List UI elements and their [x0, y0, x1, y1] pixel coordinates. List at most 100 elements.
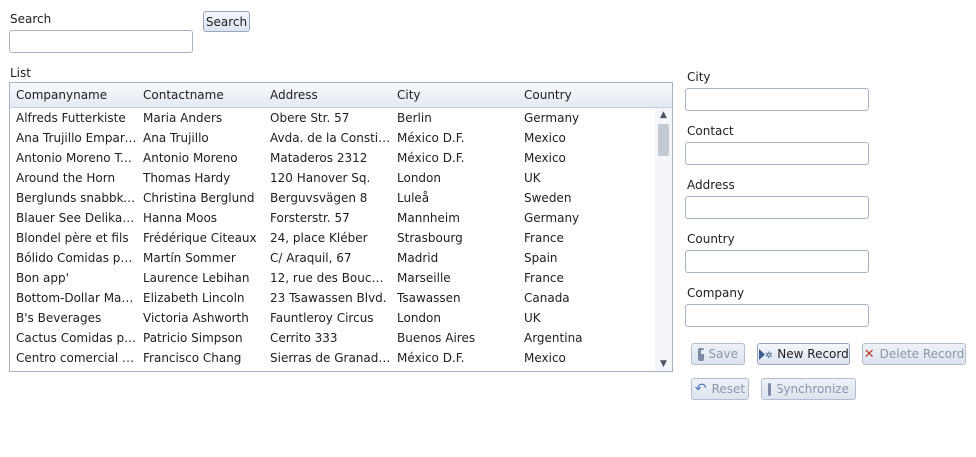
cell-companyname: Ana Trujillo Empared… — [16, 131, 137, 145]
cell-companyname: Bon app' — [16, 271, 69, 285]
address-label: Address — [687, 178, 735, 192]
contact-field[interactable] — [685, 142, 869, 165]
cell-country: Canada — [524, 291, 570, 305]
svg-text:✲: ✲ — [765, 351, 772, 361]
cell-country: France — [524, 271, 564, 285]
save-button[interactable]: Save — [691, 343, 745, 365]
scrollbar-thumb[interactable] — [658, 124, 669, 156]
table-row[interactable]: Antonio Moreno Taq… Antonio Moreno Matad… — [10, 148, 655, 168]
cell-contactname: Hanna Moos — [143, 211, 218, 225]
cell-contactname: Laurence Lebihan — [143, 271, 250, 285]
cell-city: Luleå — [397, 191, 430, 205]
cell-contactname: Victoria Ashworth — [143, 311, 249, 325]
company-label: Company — [687, 286, 745, 300]
records-grid[interactable]: Companyname Contactname Address City Cou… — [9, 82, 673, 372]
delete-record-button-label: Delete Record — [879, 347, 965, 361]
table-row[interactable]: Alfreds Futterkiste Maria Anders Obere S… — [10, 108, 655, 128]
cell-city: Marseille — [397, 271, 451, 285]
cell-address: Cerrito 333 — [270, 331, 338, 345]
new-record-icon: ✲ — [758, 348, 773, 361]
table-row[interactable]: Bólido Comidas prep… Martín Sommer C/ Ar… — [10, 248, 655, 268]
cell-city: México D.F. — [397, 351, 465, 365]
delete-icon: ✕ — [863, 346, 875, 362]
table-row[interactable]: B's Beverages Victoria Ashworth Fauntler… — [10, 308, 655, 328]
cell-country: UK — [524, 171, 541, 185]
table-row[interactable]: Berglunds snabbköp Christina Berglund Be… — [10, 188, 655, 208]
table-row[interactable]: Bon app' Laurence Lebihan 12, rue des Bo… — [10, 268, 655, 288]
scroll-up-icon[interactable]: ▲ — [655, 108, 672, 122]
cell-address: Sierras de Granada 9… — [270, 351, 391, 365]
cell-address: 24, place Kléber — [270, 231, 368, 245]
save-icon — [698, 347, 708, 361]
cell-companyname: Blondel père et fils — [16, 231, 129, 245]
reset-button[interactable]: ↶ Reset — [691, 378, 749, 400]
reset-button-label: Reset — [711, 382, 746, 396]
column-header-country[interactable]: Country — [518, 83, 655, 107]
vertical-scrollbar[interactable]: ▲ ▼ — [655, 108, 672, 371]
synchronize-button-label: Synchronize — [775, 382, 849, 396]
address-field[interactable] — [685, 196, 869, 219]
table-row[interactable]: Blauer See Delikatess… Hanna Moos Forste… — [10, 208, 655, 228]
cell-companyname: Bottom-Dollar Marke… — [16, 291, 137, 305]
country-field[interactable] — [685, 250, 869, 273]
cell-contactname: Francisco Chang — [143, 351, 242, 365]
cell-contactname: Ana Trujillo — [143, 131, 209, 145]
cell-country: Mexico — [524, 151, 566, 165]
cell-contactname: Martín Sommer — [143, 251, 236, 265]
column-header-city[interactable]: City — [391, 83, 518, 107]
table-row[interactable]: Centro comercial Mo… Francisco Chang Sie… — [10, 348, 655, 368]
cell-address: Fauntleroy Circus — [270, 311, 374, 325]
cell-address: C/ Araquil, 67 — [270, 251, 352, 265]
cell-companyname: Alfreds Futterkiste — [16, 111, 126, 125]
cell-country: Spain — [524, 251, 558, 265]
cell-city: London — [397, 171, 441, 185]
column-header-contactname[interactable]: Contactname — [137, 83, 264, 107]
cell-address: Mataderos 2312 — [270, 151, 368, 165]
cell-address: Berguvsvägen 8 — [270, 191, 368, 205]
search-button[interactable]: Search — [203, 11, 250, 32]
city-label: City — [687, 70, 711, 84]
cell-city: Strasbourg — [397, 231, 463, 245]
cell-city: México D.F. — [397, 151, 465, 165]
cell-contactname: Thomas Hardy — [143, 171, 231, 185]
search-input[interactable] — [9, 30, 193, 53]
cell-country: Mexico — [524, 131, 566, 145]
search-button-label: Search — [205, 14, 248, 29]
save-button-label: Save — [708, 347, 738, 361]
scroll-down-icon[interactable]: ▼ — [655, 357, 672, 371]
cell-companyname: B's Beverages — [16, 311, 102, 325]
cell-contactname: Elizabeth Lincoln — [143, 291, 245, 305]
search-label: Search — [10, 12, 52, 26]
table-row[interactable]: Bottom-Dollar Marke… Elizabeth Lincoln 2… — [10, 288, 655, 308]
list-label: List — [10, 66, 31, 80]
cell-city: Buenos Aires — [397, 331, 476, 345]
cell-address: 120 Hanover Sq. — [270, 171, 371, 185]
cell-contactname: Antonio Moreno — [143, 151, 238, 165]
new-record-button[interactable]: ✲ New Record — [757, 343, 850, 365]
cell-contactname: Christina Berglund — [143, 191, 255, 205]
cell-contactname: Maria Anders — [143, 111, 223, 125]
cell-country: UK — [524, 311, 541, 325]
city-field[interactable] — [685, 88, 869, 111]
cell-companyname: Around the Horn — [16, 171, 116, 185]
table-row[interactable]: Around the Horn Thomas Hardy 120 Hanover… — [10, 168, 655, 188]
cell-companyname: Centro comercial Mo… — [16, 351, 137, 365]
cell-city: London — [397, 311, 441, 325]
table-row[interactable]: Cactus Comidas para… Patricio Simpson Ce… — [10, 328, 655, 348]
cell-address: 12, rue des Bouchers — [270, 271, 391, 285]
cell-contactname: Frédérique Citeaux — [143, 231, 257, 245]
cell-country: France — [524, 231, 564, 245]
cell-companyname: Bólido Comidas prep… — [16, 251, 137, 265]
cell-country: Germany — [524, 211, 580, 225]
column-header-companyname[interactable]: Companyname — [10, 83, 137, 107]
cell-companyname: Berglunds snabbköp — [16, 191, 137, 205]
company-field[interactable] — [685, 304, 869, 327]
sync-icon — [768, 382, 778, 396]
cell-companyname: Cactus Comidas para… — [16, 331, 137, 345]
column-header-address[interactable]: Address — [264, 83, 391, 107]
table-row[interactable]: Blondel père et fils Frédérique Citeaux … — [10, 228, 655, 248]
delete-record-button[interactable]: ✕ Delete Record — [862, 343, 966, 365]
table-row[interactable]: Ana Trujillo Empared… Ana Trujillo Avda.… — [10, 128, 655, 148]
synchronize-button[interactable]: Synchronize — [761, 378, 856, 400]
cell-address: 23 Tsawassen Blvd. — [270, 291, 387, 305]
